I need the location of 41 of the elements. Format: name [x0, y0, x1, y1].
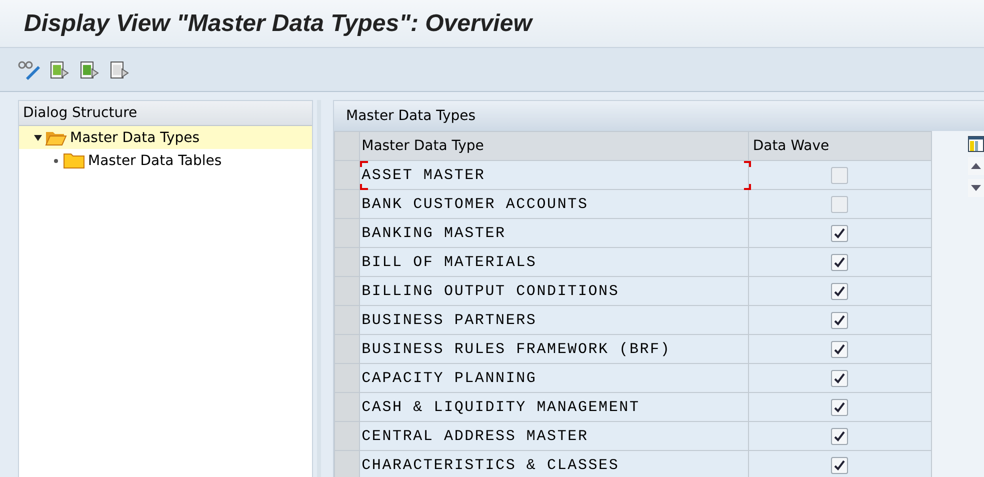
expand-arrow-icon	[34, 134, 42, 140]
table-cell-text: CHARACTERISTICS & CLASSES	[362, 456, 620, 474]
table-cell-text: BUSINESS RULES FRAMEWORK (BRF)	[362, 340, 672, 358]
table-cell-text: BILL OF MATERIALS	[362, 254, 538, 270]
document-icon[interactable]	[78, 58, 100, 80]
scroll-up-icon[interactable]	[968, 157, 984, 175]
checkbox[interactable]	[831, 398, 848, 416]
tree-item[interactable]: Master Data Types	[19, 126, 312, 149]
table-cell-text: CASH & LIQUIDITY MANAGEMENT	[362, 398, 641, 416]
table-cell-text: CAPACITY PLANNING	[362, 370, 538, 386]
collapsed-dot-icon	[54, 158, 58, 162]
table-cell-text: BANKING MASTER	[362, 224, 507, 242]
scroll-down-icon[interactable]	[968, 179, 984, 197]
checkbox[interactable]	[831, 370, 848, 386]
checkbox[interactable]	[831, 166, 848, 184]
checkbox[interactable]	[831, 196, 848, 212]
document-icon[interactable]	[48, 58, 70, 80]
panel-title: Dialog Structure	[19, 101, 312, 126]
table-cell-text: BUSINESS PARTNERS	[362, 312, 538, 328]
table-cell-text: CENTRAL ADDRESS MASTER	[362, 428, 590, 444]
document-icon[interactable]	[108, 58, 130, 80]
checkbox[interactable]	[831, 340, 848, 358]
checkbox[interactable]	[831, 456, 848, 474]
table-cell-text: BANK CUSTOMER ACCOUNTS	[362, 196, 590, 212]
select-all-cell[interactable]	[334, 132, 360, 160]
table-cell-text: BILLING OUTPUT CONDITIONS	[362, 282, 620, 300]
table-cell-text: ASSET MASTER	[362, 166, 486, 184]
window-title: Display View "Master Data Types": Overview	[0, 0, 984, 48]
glasses-pencil-icon[interactable]	[18, 58, 40, 80]
checkbox[interactable]	[831, 254, 848, 270]
folder-icon	[63, 152, 85, 168]
column-settings-icon[interactable]	[968, 135, 984, 153]
tree-item[interactable]: Master Data Tables	[19, 149, 312, 172]
column-header[interactable]: Data Wave	[748, 132, 932, 160]
table-title: Master Data Types	[334, 101, 984, 131]
checkbox[interactable]	[831, 312, 848, 328]
column-header[interactable]: Master Data Type	[359, 132, 748, 160]
open-folder-icon	[45, 130, 67, 146]
checkbox[interactable]	[831, 428, 848, 444]
checkbox[interactable]	[831, 224, 848, 242]
checkbox[interactable]	[831, 282, 848, 300]
